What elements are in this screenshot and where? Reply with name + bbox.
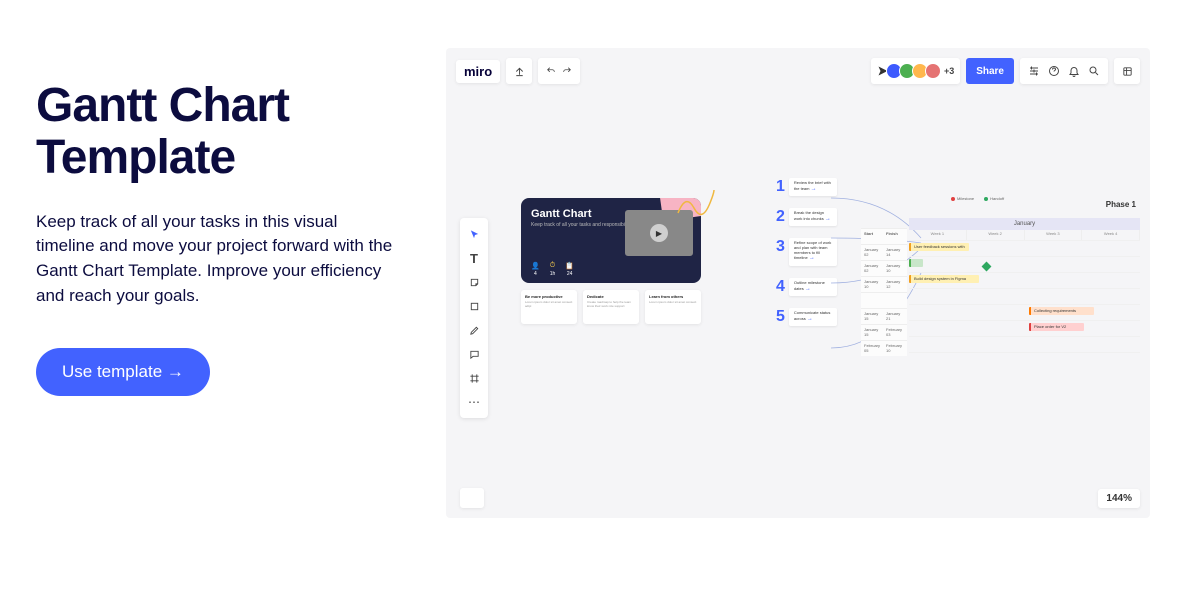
share-button[interactable]: Share [966,58,1014,84]
gantt-column-header: Week 1 [909,230,967,240]
gantt-row: Build design system in Figma [909,272,1140,288]
step-number: 5 [776,308,785,326]
gantt-row-dates: January 10January 12 [861,276,907,292]
arrow-icon: → [809,255,815,261]
scribble-decoration [676,188,716,218]
play-icon: ▶ [650,224,668,242]
gantt-month-header: January [909,218,1140,230]
step-item[interactable]: 2 Break the design work into chunks → [776,208,837,226]
app-logo[interactable]: miro [456,60,500,83]
step-text: Break the design work into chunks → [794,211,832,223]
undo-redo[interactable] [538,58,580,84]
step-text: Refine scope of work and plan with team … [794,241,832,263]
step-number: 1 [776,178,785,196]
step-number: 2 [776,208,785,226]
gantt-bar[interactable] [909,259,923,267]
step-item[interactable]: 5 Communicate status across → [776,308,837,326]
step-text: Review the brief with the team → [794,181,832,193]
step-number: 4 [776,278,785,296]
sticky-tool-icon[interactable] [460,270,488,294]
help-icon[interactable] [1044,61,1064,81]
gantt-row [909,336,1140,352]
shape-tool-icon[interactable] [460,294,488,318]
legend-item: Milestone [951,196,974,201]
canvas-toolbar: T ⋯ [460,218,488,418]
arrow-icon: → [805,286,811,292]
app-preview: miro +3 [446,48,1150,518]
mini-card-text: Lorem ipsum dolor sit amet consect [649,301,697,305]
gantt-row [909,288,1140,304]
step-text: Outline milestone dates → [794,281,832,293]
cursor-tool-icon[interactable] [460,222,488,246]
gantt-row-dates: January 15February 03 [861,324,907,340]
gantt-column-header: Week 3 [1025,230,1083,240]
page-title: Gantt Chart Template [36,80,396,184]
legend-item: Handoff [984,196,1004,201]
avatar-overflow: +3 [944,66,954,76]
zoom-level[interactable]: 144% [1098,489,1140,508]
pen-tool-icon[interactable] [460,318,488,342]
grid-icon[interactable] [1114,58,1140,84]
search-icon[interactable] [1084,61,1104,81]
mini-card-text: Lorem ipsum dolor sit amet consect adipi [525,301,573,309]
page-description: Keep track of all your tasks in this vis… [36,210,396,309]
gantt-column-header: Week 4 [1082,230,1140,240]
arrow-icon: → [807,316,813,322]
mini-card-title: Learn from others [649,294,697,299]
phase-label: Phase 1 [1106,200,1136,209]
gantt-row-dates: January 15January 21 [861,308,907,324]
step-number: 3 [776,238,785,256]
arrow-icon: → [825,216,831,222]
mini-card-title: Dedicate [587,294,635,299]
arrow-icon: → [811,186,817,192]
step-item[interactable]: 3 Refine scope of work and plan with team… [776,238,837,266]
step-item[interactable]: 4 Outline milestone dates → [776,278,837,296]
gantt-row [909,352,1140,368]
upload-icon[interactable] [506,58,532,84]
gantt-bar[interactable]: User feedback sessions with [909,243,969,251]
gantt-row-dates: February 05February 10 [861,340,907,356]
text-tool-icon[interactable]: T [460,246,488,270]
mini-card-text: Create roadmap to help the team know the… [587,301,635,309]
gantt-row-dates [861,292,907,308]
step-item[interactable]: 1 Review the brief with the team → [776,178,837,196]
comment-tool-icon[interactable] [460,342,488,366]
gantt-row: Place order for V2 [909,320,1140,336]
gantt-bar[interactable]: Build design system in Figma [909,275,979,283]
gantt-row: Collecting requirements [909,304,1140,320]
frame-tool-icon[interactable] [460,366,488,390]
mini-card[interactable]: Learn from others Lorem ipsum dolor sit a… [645,290,701,324]
collaborators[interactable]: +3 [871,58,960,84]
gantt-bar[interactable]: Collecting requirements [1029,307,1094,315]
mini-card[interactable]: Dedicate Create roadmap to help the team … [583,290,639,324]
minimap-icon[interactable] [460,488,484,508]
gantt-row-dates: January 02January 14 [861,244,907,260]
gantt-column-header: Week 2 [967,230,1025,240]
mini-card[interactable]: Be more productive Lorem ipsum dolor sit … [521,290,577,324]
gantt-bar[interactable]: Place order for V2 [1029,323,1084,331]
gantt-row: User feedback sessions with [909,240,1140,256]
gantt-row-dates: January 02January 10 [861,260,907,276]
intro-card[interactable]: Gantt Chart Keep track of all your tasks… [521,198,701,283]
settings-icon[interactable] [1024,61,1044,81]
mini-card-title: Be more productive [525,294,573,299]
gantt-row [909,256,1140,272]
more-tool-icon[interactable]: ⋯ [460,390,488,414]
use-template-button[interactable]: Use template → [36,348,210,396]
step-text: Communicate status across → [794,311,832,323]
bell-icon[interactable] [1064,61,1084,81]
